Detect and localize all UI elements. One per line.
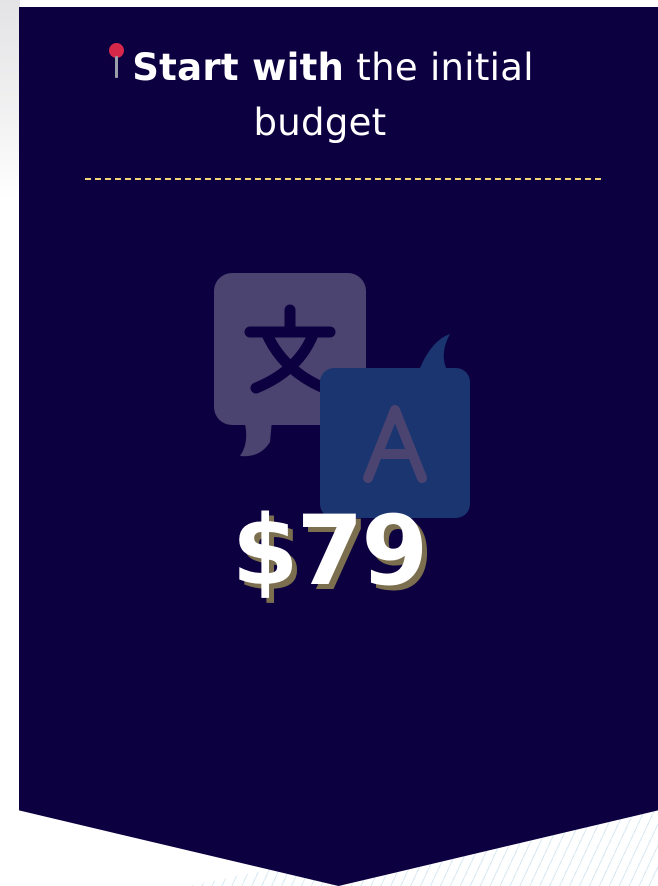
price-amount: $79 — [231, 495, 428, 607]
round-pushpin-icon — [106, 43, 126, 83]
heading-bold-text: Start with — [132, 46, 345, 89]
dashed-divider — [85, 178, 601, 180]
translate-icon — [214, 273, 470, 518]
background-shadow — [0, 0, 20, 200]
banner-heading: Start with the initial budget — [60, 40, 580, 150]
